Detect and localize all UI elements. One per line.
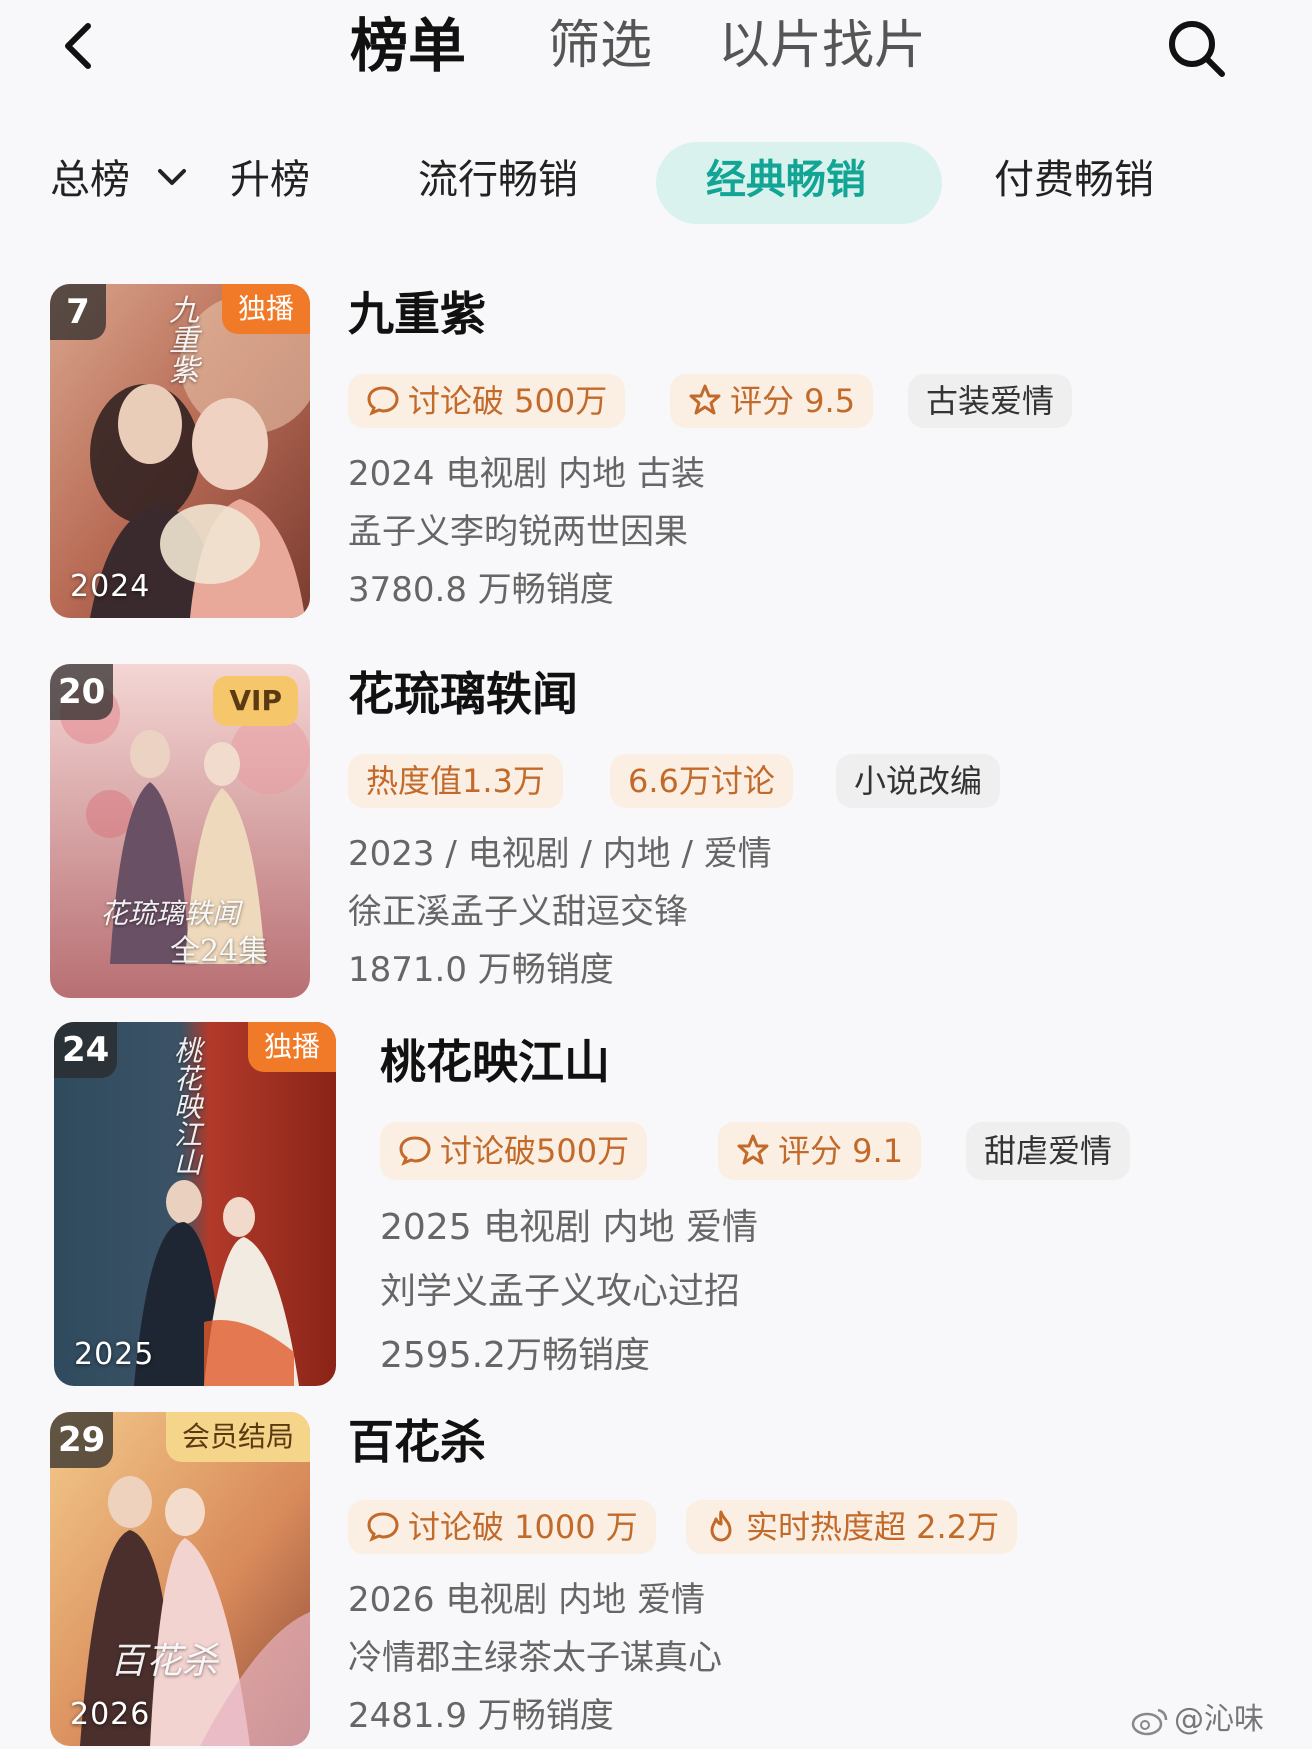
tag-source: 小说改编 [836, 754, 1001, 808]
drama-title[interactable]: 花琉璃轶闻 [348, 664, 578, 724]
sales-count: 3780.8 万畅销度 [348, 570, 614, 610]
tag-discussion: 讨论破 1000 万 [348, 1500, 656, 1554]
comment-icon [399, 1136, 431, 1166]
poster-image[interactable]: 桃花映江山 24 独播 2025 [54, 1022, 336, 1386]
meta-info: 2026 电视剧 内地 爱情 [348, 1580, 705, 1620]
star-icon [689, 384, 721, 415]
tag-rating: 评分 9.5 [670, 374, 874, 428]
drama-title[interactable]: 桃花映江山 [380, 1032, 610, 1092]
description: 冷情郡主绿茶太子谋真心 [348, 1638, 722, 1678]
comment-icon [367, 386, 399, 416]
flame-icon [710, 1510, 732, 1542]
poster-title-art: 桃花映江山 [170, 1036, 203, 1176]
subnav-paid[interactable]: 付费畅销 [994, 150, 1154, 210]
search-icon[interactable] [1162, 14, 1232, 84]
exclusive-badge: 独播 [221, 284, 310, 334]
tag-genre: 甜虐爱情 [966, 1122, 1131, 1180]
exclusive-badge: 独播 [247, 1022, 336, 1072]
subnav-rising[interactable]: 升榜 [230, 150, 310, 210]
meta-info: 2024 电视剧 内地 古装 [348, 454, 705, 494]
poster-year: 2024 [70, 569, 151, 604]
meta-info: 2025 电视剧 内地 爱情 [380, 1207, 758, 1248]
list-item[interactable]: 百花杀 29 会员结局 2026 百花杀 讨论破 1000 万 实时热度超 2.… [0, 1412, 1312, 1748]
subnav-classic[interactable]: 经典畅销 [706, 150, 866, 210]
poster-title-art: 九重紫 [163, 294, 198, 384]
tag-heat: 实时热度超 2.2万 [686, 1500, 1018, 1554]
sales-count: 2595.2万畅销度 [380, 1335, 650, 1376]
star-icon [737, 1134, 769, 1165]
list-item[interactable]: 桃花映江山 24 独播 2025 桃花映江山 讨论破500万 评分 9.1 甜虐… [0, 1022, 1312, 1388]
description: 孟子义李昀锐两世因果 [348, 512, 688, 552]
subnav-popular[interactable]: 流行畅销 [418, 150, 578, 210]
rank-badge: 29 [50, 1412, 114, 1468]
list-item[interactable]: 九重紫 7 独播 2024 九重紫 讨论破 500万 评分 9.5 古装爱情 2… [0, 284, 1312, 624]
subnav-overall[interactable]: 总榜 [50, 150, 130, 210]
tag-genre: 古装爱情 [908, 374, 1073, 428]
watermark: @沁味 [1130, 1694, 1264, 1738]
tag-discussion: 讨论破500万 [380, 1122, 648, 1180]
description: 徐正溪孟子义甜逗交锋 [348, 892, 688, 932]
poster-image[interactable]: 九重紫 7 独播 2024 [50, 284, 310, 618]
rank-badge: 7 [50, 284, 106, 340]
tab-ranking[interactable]: 榜单 [350, 10, 466, 82]
rank-badge: 20 [50, 664, 114, 720]
weibo-icon [1131, 1708, 1168, 1735]
tag-rating: 评分 9.1 [718, 1122, 922, 1180]
tag-discussion: 6.6万讨论 [610, 754, 793, 808]
drama-title[interactable]: 九重紫 [348, 284, 486, 344]
watermark-text: @沁味 [1174, 1702, 1264, 1737]
ranking-subnav: 总榜 升榜 流行畅销 经典畅销 付费畅销 [0, 140, 1312, 230]
tag-heat: 热度值1.3万 [348, 754, 563, 808]
poster-episodes: 全24集 [170, 934, 269, 969]
back-arrow-icon[interactable] [50, 16, 110, 76]
tab-find-by-film[interactable]: 以片找片 [718, 10, 926, 82]
finale-badge: 会员结局 [165, 1412, 310, 1462]
drama-title[interactable]: 百花杀 [348, 1412, 486, 1472]
list-item[interactable]: 花琉璃轶闻 全24集 20 VIP 花琉璃轶闻 热度值1.3万 6.6万讨论 小… [0, 664, 1312, 1004]
poster-image[interactable]: 花琉璃轶闻 全24集 20 VIP [50, 664, 310, 998]
tag-discussion: 讨论破 500万 [348, 374, 626, 428]
sales-count: 2481.9 万畅销度 [348, 1696, 614, 1736]
rank-badge: 24 [54, 1022, 118, 1078]
poster-year: 2025 [74, 1337, 155, 1372]
top-bar: 榜单 筛选 以片找片 [0, 0, 1312, 100]
chevron-down-icon[interactable] [156, 166, 188, 188]
description: 刘学义孟子义攻心过招 [380, 1271, 741, 1312]
sales-count: 1871.0 万畅销度 [348, 950, 614, 990]
tab-filter[interactable]: 筛选 [548, 10, 652, 82]
vip-badge: VIP [213, 676, 298, 726]
poster-year: 2026 [70, 1697, 151, 1732]
meta-info: 2023 / 电视剧 / 内地 / 爱情 [348, 834, 772, 874]
poster-title-art: 百花杀 [110, 1641, 219, 1682]
poster-image[interactable]: 百花杀 29 会员结局 2026 [50, 1412, 310, 1746]
comment-icon [367, 1512, 399, 1542]
